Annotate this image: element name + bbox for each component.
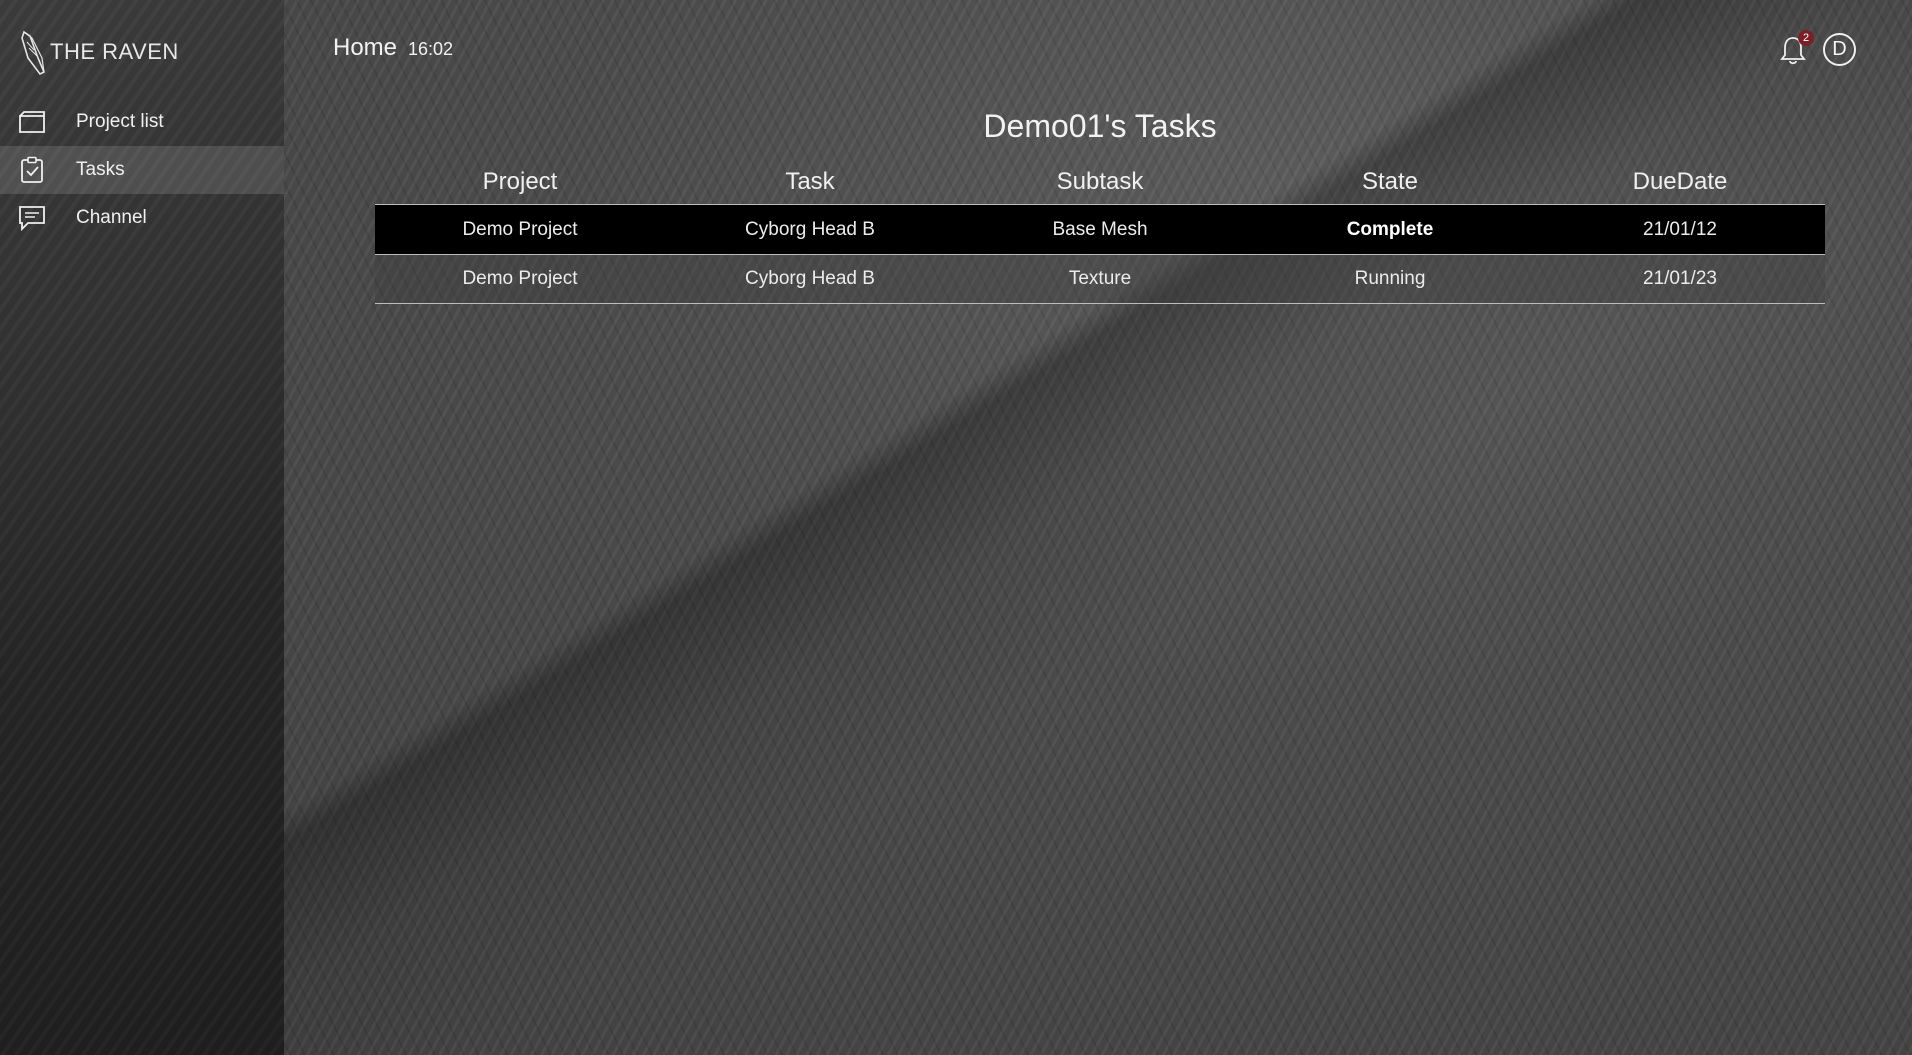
cell-task: Cyborg Head B bbox=[745, 268, 875, 289]
sidebar-item-tasks[interactable]: Tasks bbox=[0, 146, 284, 194]
column-header-task[interactable]: Task bbox=[665, 168, 955, 196]
sidebar-item-project-list[interactable]: Project list bbox=[0, 98, 284, 146]
logo[interactable]: THE RAVEN bbox=[18, 28, 179, 76]
column-header-duedate[interactable]: DueDate bbox=[1535, 168, 1825, 196]
folder-icon bbox=[18, 108, 46, 136]
raven-feather-icon bbox=[21, 30, 46, 76]
cell-state: Complete bbox=[1346, 218, 1434, 240]
avatar[interactable]: D bbox=[1823, 33, 1856, 66]
table-header: Project Task Subtask State DueDate bbox=[375, 160, 1825, 204]
cell-duedate: 21/01/23 bbox=[1643, 268, 1717, 289]
cell-state: Running bbox=[1354, 268, 1426, 289]
table-row[interactable]: Demo Project Cyborg Head B Texture Runni… bbox=[375, 254, 1825, 304]
sidebar: THE RAVEN Project list Tasks Channel bbox=[0, 0, 284, 1055]
cell-task: Cyborg Head B bbox=[745, 218, 875, 240]
sidebar-item-channel[interactable]: Channel bbox=[0, 194, 284, 242]
cell-subtask: Base Mesh bbox=[1052, 218, 1148, 240]
notification-badge: 2 bbox=[1798, 30, 1814, 46]
sidebar-item-label: Channel bbox=[76, 207, 147, 228]
table-row[interactable]: Demo Project Cyborg Head B Base Mesh Com… bbox=[375, 204, 1825, 254]
cell-project: Demo Project bbox=[462, 268, 578, 289]
page-breadcrumb[interactable]: Home bbox=[333, 34, 397, 62]
logo-text: THE RAVEN bbox=[50, 39, 179, 64]
clipboard-check-icon bbox=[18, 156, 46, 184]
cell-subtask: Texture bbox=[1068, 268, 1132, 289]
sidebar-item-label: Tasks bbox=[76, 159, 125, 180]
cell-project: Demo Project bbox=[462, 218, 578, 240]
column-header-state[interactable]: State bbox=[1245, 168, 1535, 196]
page-title: Demo01's Tasks bbox=[983, 108, 1217, 144]
sidebar-nav: Project list Tasks Channel bbox=[0, 98, 284, 242]
clock: 16:02 bbox=[408, 39, 454, 59]
chat-icon bbox=[18, 204, 46, 232]
column-header-subtask[interactable]: Subtask bbox=[955, 168, 1245, 196]
column-header-project[interactable]: Project bbox=[375, 168, 665, 196]
cell-duedate: 21/01/12 bbox=[1643, 218, 1717, 240]
task-table: Project Task Subtask State DueDate Demo … bbox=[375, 160, 1825, 304]
sidebar-item-label: Project list bbox=[76, 111, 164, 132]
